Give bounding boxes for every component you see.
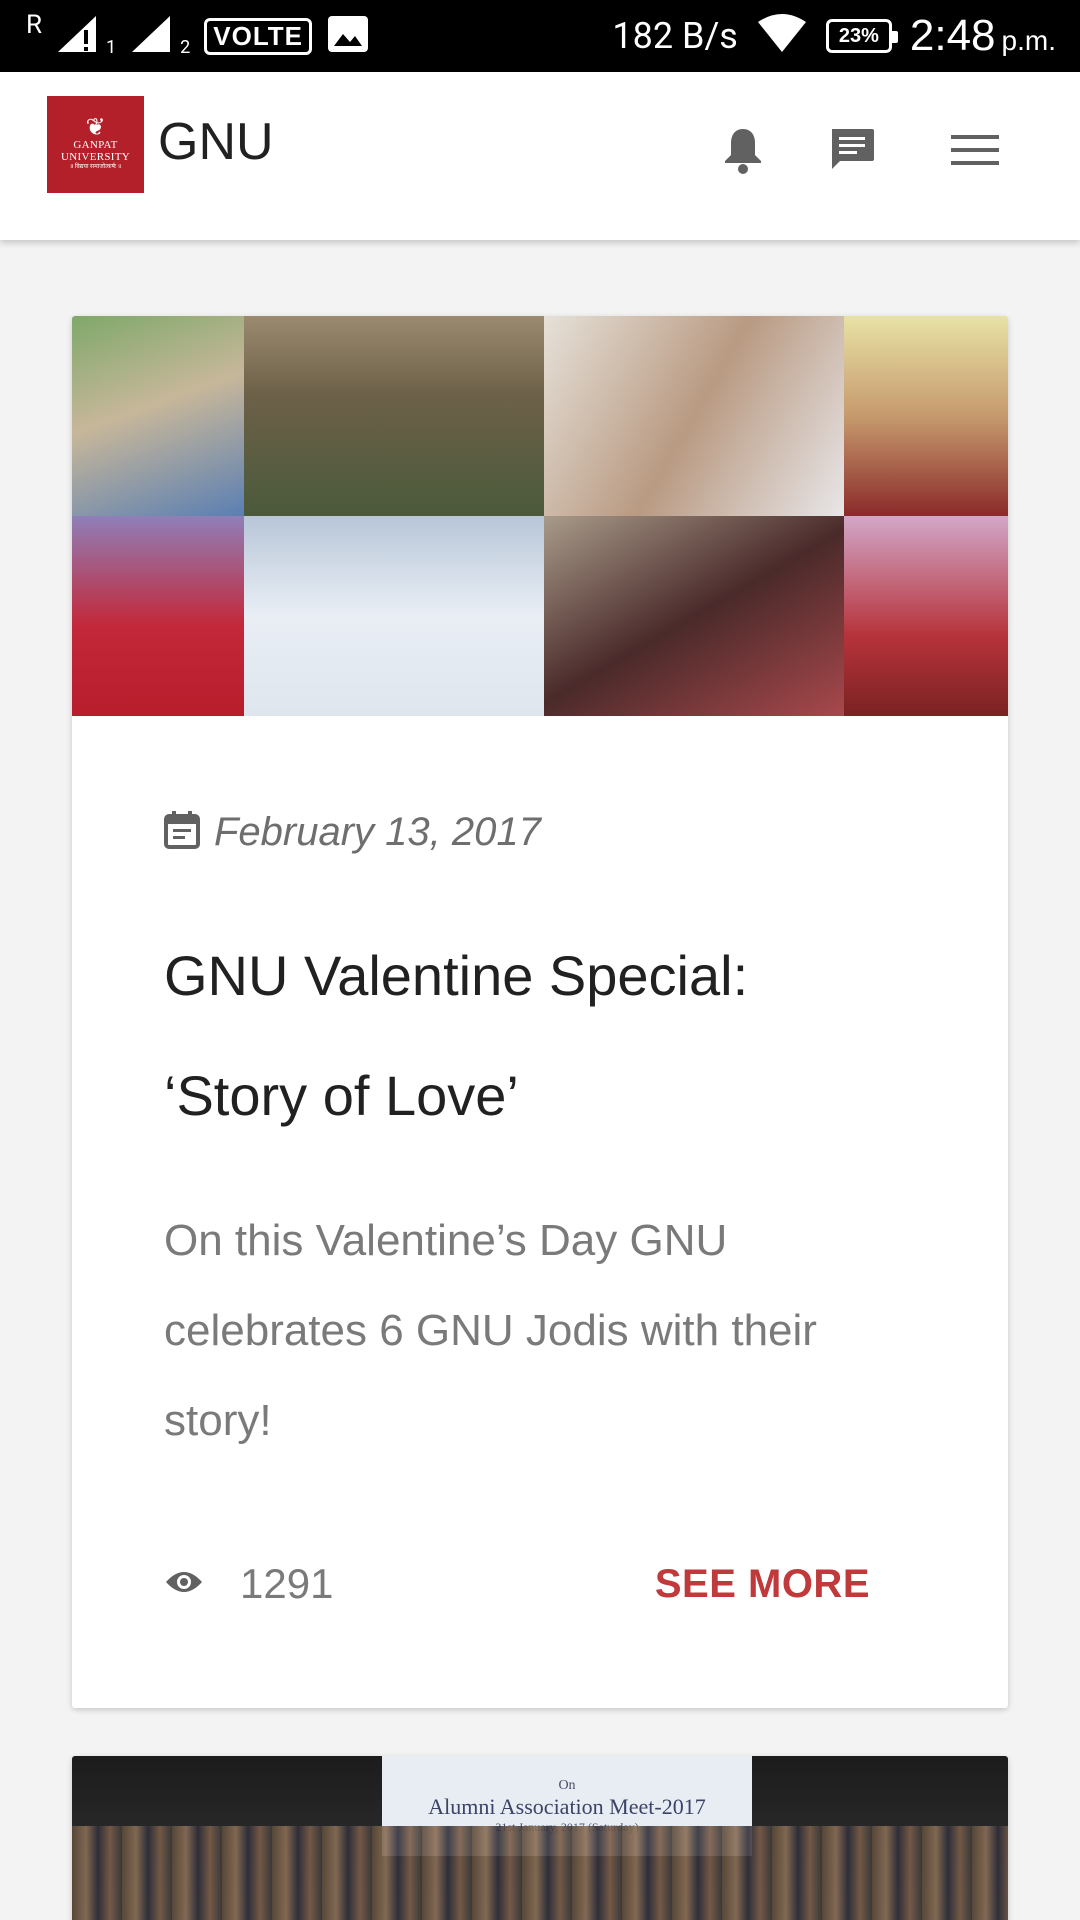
logo-emblem-icon: ❦ <box>85 115 106 141</box>
clock-ampm: p.m. <box>1001 25 1056 56</box>
post-date: February 13, 2017 <box>214 810 541 854</box>
clock-time: 2:48 <box>909 11 996 60</box>
photo-couple-7 <box>544 516 844 716</box>
sim2-label: 2 <box>180 37 191 58</box>
messages-button[interactable] <box>822 122 882 182</box>
logo-motto: ॥ विद्यया समाजोत्कर्षः ॥ <box>69 164 122 170</box>
wifi-icon <box>756 13 808 59</box>
status-bar-left: R 1 2 VOLTE <box>26 0 370 72</box>
photo-couple-2 <box>244 316 544 516</box>
post-title-line-2: ‘Story of Love’ <box>164 1064 519 1127</box>
app-bar: ❦ GANPAT UNIVERSITY ॥ विद्यया समाजोत्कर्… <box>0 72 1080 240</box>
logo-line-1: GANPAT <box>73 139 118 151</box>
photo-couple-3 <box>544 316 844 516</box>
roaming-indicator: R <box>26 10 43 40</box>
photo-couple-5 <box>72 516 244 716</box>
calendar-icon <box>164 811 200 854</box>
news-card[interactable]: February 13, 2017 GNU Valentine Special:… <box>72 316 1008 1708</box>
banner-line-2: Alumni Association Meet-2017 <box>428 1793 706 1819</box>
photo-couple-8 <box>844 516 1008 716</box>
bell-icon <box>721 125 765 180</box>
chat-icon <box>828 127 876 178</box>
volte-badge: VOLTE <box>204 17 313 55</box>
banner-line-1: On <box>558 1777 576 1793</box>
signal-sim1-icon <box>56 14 102 59</box>
post-excerpt: On this Valentine’s Day GNU celebrates 6… <box>164 1216 817 1445</box>
status-bar-right: 182 B/s 23% 2:48 p.m. <box>612 0 1056 72</box>
post-date-row: February 13, 2017 <box>164 810 541 855</box>
sim1-label: 1 <box>106 37 117 58</box>
gallery-notification-icon <box>326 14 370 59</box>
see-more-button[interactable]: SEE MORE <box>655 1562 870 1607</box>
post-views-count: 1291 <box>240 1560 334 1607</box>
post-views-row: 1291 <box>164 1560 333 1608</box>
photo-couple-1 <box>72 316 244 516</box>
photo-couple-6 <box>244 516 544 716</box>
notifications-button[interactable] <box>713 122 773 182</box>
menu-button[interactable] <box>945 122 1005 182</box>
network-speed: 182 B/s <box>612 15 738 57</box>
battery-icon: 23% <box>825 19 898 53</box>
app-title: GNU <box>158 113 274 171</box>
post-image-collage <box>72 316 1008 716</box>
hamburger-menu-icon <box>951 133 999 172</box>
university-logo[interactable]: ❦ GANPAT UNIVERSITY ॥ विद्यया समाजोत्कर्… <box>47 96 144 193</box>
logo-line-2: UNIVERSITY <box>61 151 130 163</box>
post-title[interactable]: GNU Valentine Special: ‘Story of Love’ <box>164 916 924 1156</box>
photo-couple-4 <box>844 316 1008 516</box>
eye-icon <box>164 1568 204 1601</box>
post-title-line-1: GNU Valentine Special: <box>164 944 749 1007</box>
crowd-photo-strip <box>72 1826 1008 1920</box>
clock: 2:48 p.m. <box>910 11 1056 61</box>
signal-sim2-icon <box>130 14 176 59</box>
news-card[interactable]: On Alumni Association Meet-2017 21st Jan… <box>72 1756 1008 1920</box>
status-bar: R 1 2 VOLTE 182 B/s 23% 2:48 p.m. <box>0 0 1080 72</box>
